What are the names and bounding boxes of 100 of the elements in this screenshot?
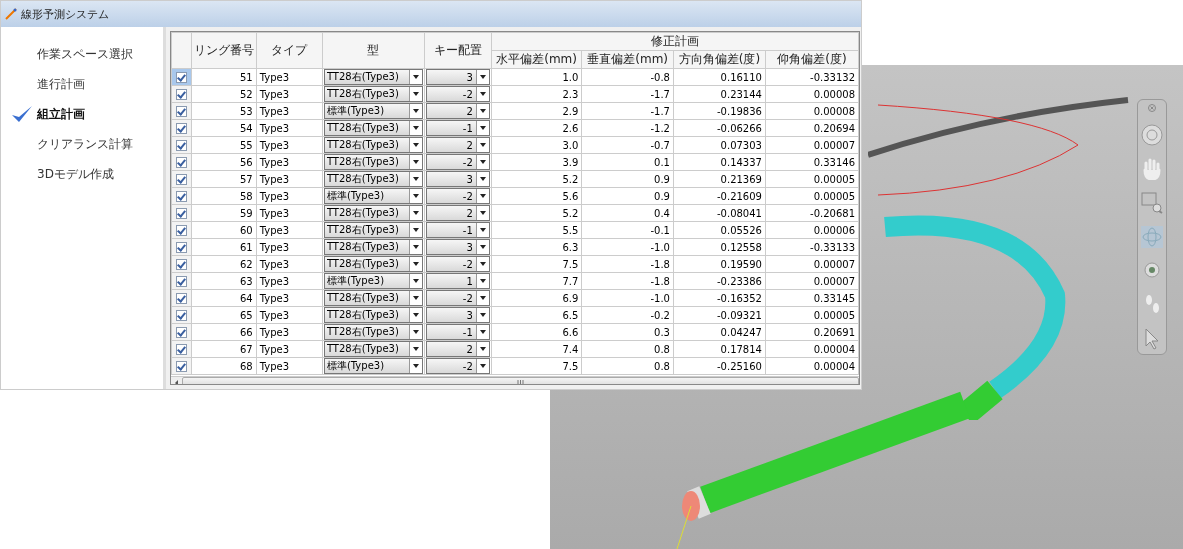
dropdown[interactable]: 2 bbox=[425, 341, 490, 357]
sidebar-item[interactable]: 進行計画 bbox=[37, 75, 85, 93]
checkbox[interactable] bbox=[175, 88, 187, 100]
table-cell: 5.2 bbox=[491, 170, 582, 188]
table-cell: Type3 bbox=[256, 306, 323, 324]
dropdown[interactable]: -1 bbox=[425, 222, 490, 238]
column-header[interactable]: リング番号 bbox=[191, 32, 257, 69]
dropdown-arrow-icon bbox=[412, 75, 419, 79]
dropdown[interactable]: 3 bbox=[425, 69, 490, 85]
checkbox[interactable] bbox=[175, 224, 187, 236]
column-header[interactable]: タイプ bbox=[256, 32, 323, 69]
sidebar-item[interactable]: クリアランス計算 bbox=[37, 135, 133, 153]
dropdown[interactable]: TT28右(Type3) bbox=[323, 86, 423, 102]
table-cell: 58 bbox=[191, 187, 257, 205]
table-cell: -0.2 bbox=[581, 306, 674, 324]
dropdown[interactable]: TT28右(Type3) bbox=[323, 341, 423, 357]
table-cell: 0.14337 bbox=[673, 153, 766, 171]
table-cell: 0.3 bbox=[581, 323, 674, 341]
checkbox[interactable] bbox=[175, 207, 187, 219]
checkbox[interactable] bbox=[175, 190, 187, 202]
dropdown[interactable]: -1 bbox=[425, 324, 490, 340]
dropdown[interactable]: -2 bbox=[425, 86, 490, 102]
table-cell: 55 bbox=[191, 136, 257, 154]
dropdown-arrow-icon bbox=[479, 296, 486, 300]
sidebar-item[interactable]: 3Dモデル作成 bbox=[37, 165, 114, 183]
dropdown[interactable]: 3 bbox=[425, 307, 490, 323]
dropdown[interactable]: -2 bbox=[425, 154, 490, 170]
dropdown-arrow-icon bbox=[479, 211, 486, 215]
checkbox[interactable] bbox=[175, 360, 187, 372]
checkbox[interactable] bbox=[175, 71, 187, 83]
table-cell: 5.2 bbox=[491, 204, 582, 222]
dropdown[interactable]: 2 bbox=[425, 137, 490, 153]
left-arrow-icon[interactable] bbox=[175, 379, 178, 384]
checkbox[interactable] bbox=[175, 292, 187, 304]
checkbox[interactable] bbox=[175, 241, 187, 253]
dropdown[interactable]: TT28右(Type3) bbox=[323, 222, 423, 238]
column-header[interactable]: 型 bbox=[322, 32, 425, 69]
table-cell: 0.00007 bbox=[765, 272, 859, 290]
table-cell: -0.09321 bbox=[673, 306, 766, 324]
sidebar-item[interactable]: 作業スペース選択 bbox=[37, 45, 133, 63]
dropdown[interactable]: TT28右(Type3) bbox=[323, 205, 423, 221]
zoom-window-icon[interactable] bbox=[1141, 192, 1163, 214]
dropdown[interactable]: TT28右(Type3) bbox=[323, 69, 423, 85]
dropdown[interactable]: 標準(Type3) bbox=[323, 103, 423, 119]
dropdown-arrow-icon bbox=[412, 126, 419, 130]
checkbox[interactable] bbox=[175, 139, 187, 151]
checkbox[interactable] bbox=[175, 326, 187, 338]
dropdown[interactable]: TT28右(Type3) bbox=[323, 171, 423, 187]
dropdown[interactable]: TT28右(Type3) bbox=[323, 120, 423, 136]
table-cell: 63 bbox=[191, 272, 257, 290]
dropdown-arrow-icon bbox=[479, 364, 486, 368]
checkbox[interactable] bbox=[175, 343, 187, 355]
checkbox[interactable] bbox=[175, 275, 187, 287]
table-cell: Type3 bbox=[256, 136, 323, 154]
dropdown[interactable]: -1 bbox=[425, 120, 490, 136]
dropdown[interactable]: TT28右(Type3) bbox=[323, 239, 423, 255]
table-cell: 6.3 bbox=[491, 238, 582, 256]
dropdown[interactable]: 2 bbox=[425, 103, 490, 119]
dropdown[interactable]: 1 bbox=[425, 273, 490, 289]
dropdown[interactable]: -2 bbox=[425, 290, 490, 306]
table-cell: 0.33146 bbox=[765, 153, 859, 171]
dropdown[interactable]: TT28右(Type3) bbox=[323, 256, 423, 272]
checkbox[interactable] bbox=[175, 258, 187, 270]
table-cell: 5.6 bbox=[491, 187, 582, 205]
table-cell: 6.6 bbox=[491, 323, 582, 341]
dropdown[interactable]: 標準(Type3) bbox=[323, 188, 423, 204]
dropdown[interactable]: -2 bbox=[425, 256, 490, 272]
table-cell: -0.7 bbox=[581, 136, 674, 154]
table-cell: -0.23386 bbox=[673, 272, 766, 290]
table-cell: 66 bbox=[191, 323, 257, 341]
dropdown[interactable]: TT28右(Type3) bbox=[323, 154, 423, 170]
dropdown[interactable]: 標準(Type3) bbox=[323, 273, 423, 289]
dropdown[interactable]: TT28右(Type3) bbox=[323, 324, 423, 340]
dropdown[interactable]: 2 bbox=[425, 205, 490, 221]
dropdown[interactable]: -2 bbox=[425, 188, 490, 204]
table-cell: 52 bbox=[191, 85, 257, 103]
dropdown[interactable]: 3 bbox=[425, 171, 490, 187]
table-cell: -1.0 bbox=[581, 238, 674, 256]
dropdown[interactable]: TT28右(Type3) bbox=[323, 137, 423, 153]
checkbox[interactable] bbox=[175, 156, 187, 168]
pointer-arrow-icon[interactable] bbox=[1144, 328, 1160, 350]
table-cell: 0.21369 bbox=[673, 170, 766, 188]
checkbox[interactable] bbox=[175, 309, 187, 321]
table-cell: 0.00006 bbox=[765, 221, 859, 239]
dropdown[interactable]: TT28右(Type3) bbox=[323, 290, 423, 306]
dropdown[interactable]: 標準(Type3) bbox=[323, 358, 423, 374]
checkbox[interactable] bbox=[175, 173, 187, 185]
dropdown-arrow-icon bbox=[412, 228, 419, 232]
dropdown[interactable]: 3 bbox=[425, 239, 490, 255]
sidebar-item[interactable]: 組立計画 bbox=[37, 105, 85, 123]
column-header[interactable]: キー配置 bbox=[424, 32, 492, 69]
table-cell: Type3 bbox=[256, 323, 323, 341]
table-cell: 2.3 bbox=[491, 85, 582, 103]
table-cell: -0.33132 bbox=[765, 68, 859, 86]
checkbox[interactable] bbox=[175, 105, 187, 117]
checkbox[interactable] bbox=[175, 122, 187, 134]
dropdown[interactable]: TT28右(Type3) bbox=[323, 307, 423, 323]
dropdown-arrow-icon bbox=[412, 109, 419, 113]
dropdown[interactable]: -2 bbox=[425, 358, 490, 374]
table-cell: 62 bbox=[191, 255, 257, 273]
